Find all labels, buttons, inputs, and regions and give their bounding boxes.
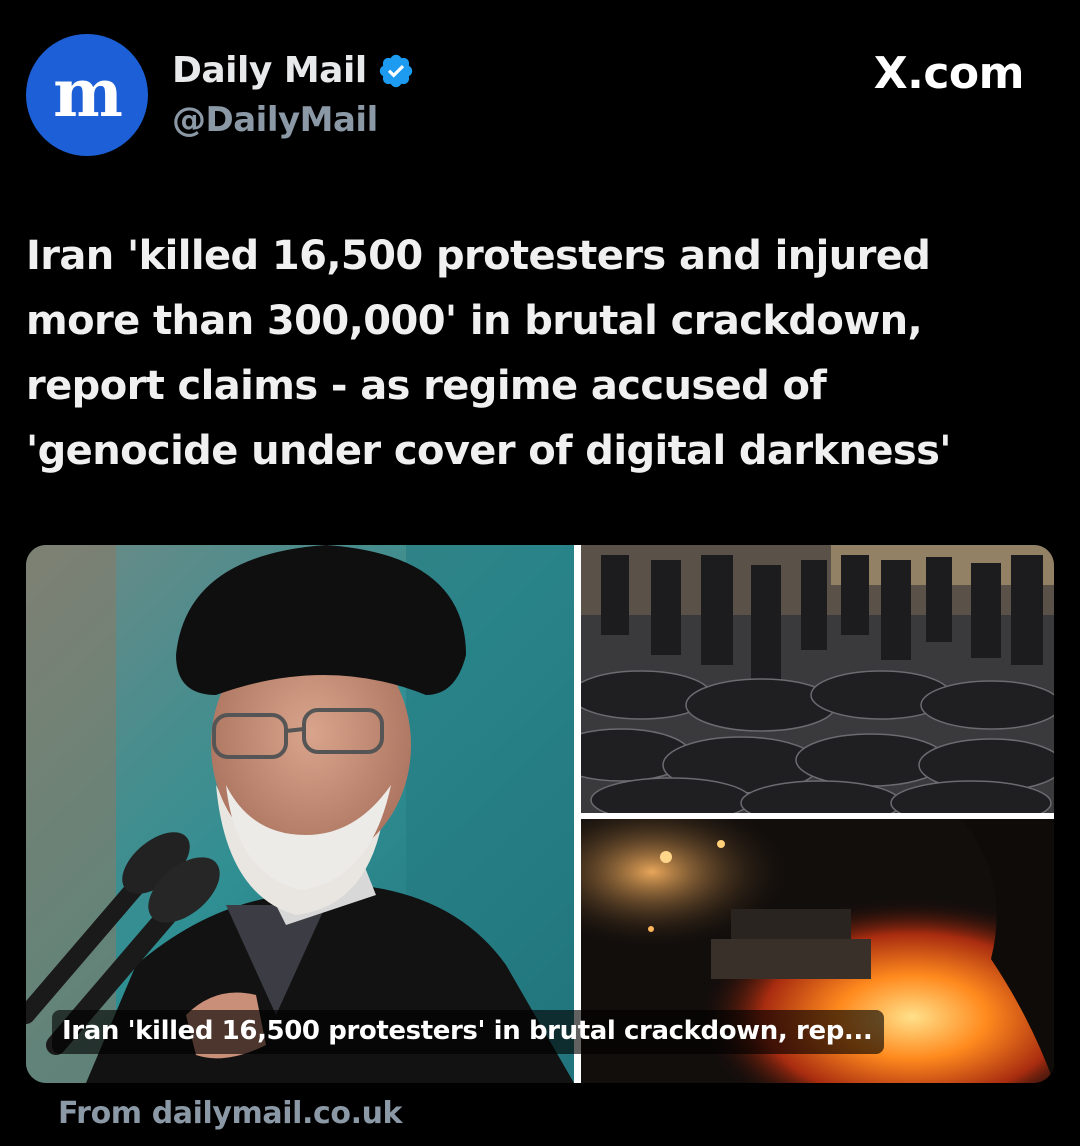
source-prefix: From	[58, 1096, 142, 1131]
link-source[interactable]: From dailymail.co.uk	[58, 1096, 403, 1131]
author-name-row[interactable]: Daily Mail	[172, 50, 415, 91]
image-divider	[574, 545, 581, 1083]
x-com-brand: X.com	[873, 48, 1025, 99]
source-domain[interactable]: dailymail.co.uk	[152, 1096, 403, 1131]
verified-badge-icon	[379, 54, 412, 87]
avatar[interactable]: m	[26, 34, 148, 156]
cleric-portrait-photo	[26, 545, 574, 1083]
link-preview-card[interactable]: Iran 'killed 16,500 protesters' in bruta…	[26, 545, 1054, 1083]
link-card-title[interactable]: Iran 'killed 16,500 protesters' in bruta…	[52, 1010, 885, 1054]
daily-mail-logo: m	[53, 54, 123, 132]
author-display-name[interactable]: Daily Mail	[172, 50, 367, 91]
author-handle[interactable]: @DailyMail	[172, 100, 378, 140]
post-headline: Iran 'killed 16,500 protesters and injur…	[26, 233, 952, 474]
body-bags-photo	[581, 545, 1054, 813]
